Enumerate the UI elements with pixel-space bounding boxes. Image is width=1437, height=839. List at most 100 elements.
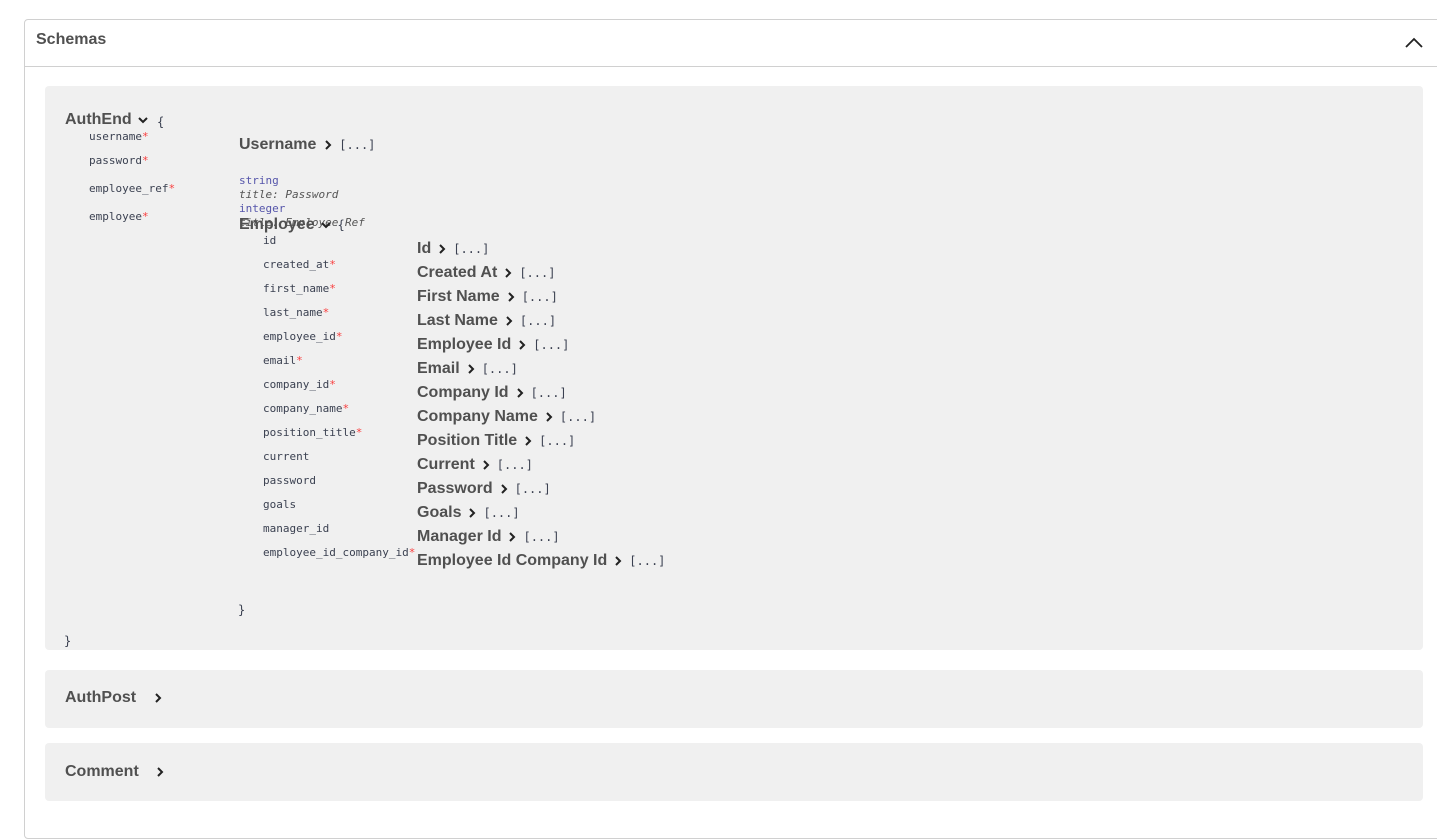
property-name: position_title* <box>263 426 362 439</box>
required-marker: * <box>329 378 336 391</box>
collapse-schemas-button[interactable] <box>1401 30 1427 56</box>
expand-ellipsis[interactable]: [...] <box>629 554 665 568</box>
expand-ellipsis[interactable]: [...] <box>523 530 559 544</box>
chevron-right-icon[interactable] <box>501 266 515 280</box>
model-title-authend[interactable]: AuthEnd <box>65 111 150 129</box>
chevron-right-icon[interactable] <box>513 386 527 400</box>
prop-title[interactable]: Manager Id [...] <box>417 528 560 546</box>
prop-title-text: Username <box>239 136 317 153</box>
prop-title-text: Created At <box>417 264 498 281</box>
expand-ellipsis[interactable]: [...] <box>533 338 569 352</box>
employee-header[interactable]: Employee { <box>239 216 345 234</box>
prop-title[interactable]: Employee Id [...] <box>417 336 569 354</box>
property-name-text: id <box>263 234 277 247</box>
schemas-header[interactable]: Schemas <box>25 20 1437 67</box>
expand-ellipsis[interactable]: [...] <box>515 482 551 496</box>
prop-title[interactable]: Last Name [...] <box>417 312 556 330</box>
required-marker: * <box>342 402 350 415</box>
type-integer: integer <box>239 202 286 215</box>
expand-ellipsis[interactable]: [...] <box>482 362 518 376</box>
chevron-up-icon <box>1405 37 1423 48</box>
property-name: last_name* <box>263 306 329 319</box>
model-comment[interactable]: Comment <box>45 743 1423 801</box>
property-name: first_name* <box>263 282 336 295</box>
open-brace: { <box>337 218 345 232</box>
required-marker: * <box>141 130 149 143</box>
chevron-down-icon[interactable] <box>136 113 150 127</box>
required-marker: * <box>141 210 149 223</box>
prop-title[interactable]: Goals [...] <box>417 504 520 522</box>
property-name: username* <box>89 130 149 143</box>
expand-ellipsis[interactable]: [...] <box>497 458 533 472</box>
property-name-text: employee_id <box>263 330 336 343</box>
chevron-right-icon[interactable] <box>505 530 519 544</box>
prop-title[interactable]: Email [...] <box>417 360 518 378</box>
prop-title-text: Password <box>417 480 493 497</box>
property-name-text: email <box>263 354 297 367</box>
chevron-right-icon[interactable] <box>515 338 529 352</box>
expand-ellipsis[interactable]: [...] <box>560 410 596 424</box>
model-title-authpost[interactable]: AuthPost <box>65 689 165 707</box>
prop-title-text: Current <box>417 456 475 473</box>
chevron-right-icon[interactable] <box>153 765 167 779</box>
property-name-text: company_id <box>263 378 330 391</box>
chevron-right-icon[interactable] <box>479 458 493 472</box>
property-name-text: password <box>263 474 316 487</box>
chevron-right-icon[interactable] <box>435 242 449 256</box>
property-name: created_at* <box>263 258 336 271</box>
property-name: company_id* <box>263 378 336 391</box>
chevron-right-icon[interactable] <box>502 314 516 328</box>
schemas-title: Schemas <box>36 31 107 48</box>
expand-ellipsis[interactable]: [...] <box>519 266 555 280</box>
prop-title[interactable]: Created At [...] <box>417 264 555 282</box>
model-name: Comment <box>65 763 139 780</box>
prop-title[interactable]: Id [...] <box>417 240 489 258</box>
prop-title-text: Id <box>417 240 432 257</box>
chevron-right-icon[interactable] <box>465 506 479 520</box>
prop-title-text: Employee Id <box>417 336 512 353</box>
property-name-text: last_name <box>263 306 323 319</box>
chevron-right-icon[interactable] <box>504 290 518 304</box>
model-name: AuthEnd <box>65 111 132 128</box>
property-name-text: first_name <box>263 282 330 295</box>
model-title-comment[interactable]: Comment <box>65 763 167 781</box>
expand-ellipsis[interactable]: [...] <box>483 506 519 520</box>
chevron-right-icon[interactable] <box>464 362 478 376</box>
expand-ellipsis[interactable]: [...] <box>520 314 556 328</box>
expand-ellipsis[interactable]: [...] <box>539 434 575 448</box>
prop-title[interactable]: Company Name [...] <box>417 408 596 426</box>
model-name: AuthPost <box>65 689 137 706</box>
expand-ellipsis[interactable]: [...] <box>531 386 567 400</box>
expand-ellipsis[interactable]: [...] <box>522 290 558 304</box>
property-name-text: employee_id_company_id <box>263 546 409 559</box>
prop-title-text: Company Id <box>417 384 509 401</box>
required-marker: * <box>329 282 336 295</box>
prop-title[interactable]: Password [...] <box>417 480 551 498</box>
prop-title[interactable]: Position Title [...] <box>417 432 575 450</box>
model-authpost[interactable]: AuthPost <box>45 670 1423 728</box>
chevron-right-icon[interactable] <box>542 410 556 424</box>
prop-title[interactable]: Current [...] <box>417 456 533 474</box>
prop-title[interactable]: First Name [...] <box>417 288 558 306</box>
required-marker: * <box>322 306 330 319</box>
prop-title[interactable]: Employee Id Company Id [...] <box>417 552 665 570</box>
property-name: current <box>263 450 309 463</box>
prop-title-text: Company Name <box>417 408 538 425</box>
chevron-right-icon[interactable] <box>497 482 511 496</box>
close-brace-authend: } <box>64 634 72 648</box>
property-name: password* <box>89 154 149 167</box>
chevron-right-icon[interactable] <box>321 138 335 152</box>
prop-title-text: Last Name <box>417 312 498 329</box>
chevron-right-icon[interactable] <box>151 691 165 705</box>
prop-title-username[interactable]: Username [...] <box>239 136 375 154</box>
expand-ellipsis[interactable]: [...] <box>453 242 489 256</box>
required-marker: * <box>296 354 303 367</box>
chevron-right-icon[interactable] <box>521 434 535 448</box>
prop-title[interactable]: Company Id [...] <box>417 384 567 402</box>
property-name-text: username <box>89 130 142 143</box>
expand-ellipsis[interactable]: [...] <box>339 138 375 152</box>
chevron-right-icon[interactable] <box>611 554 625 568</box>
property-name-text: employee <box>89 210 142 223</box>
chevron-down-icon[interactable] <box>319 218 333 232</box>
required-marker: * <box>141 154 149 167</box>
